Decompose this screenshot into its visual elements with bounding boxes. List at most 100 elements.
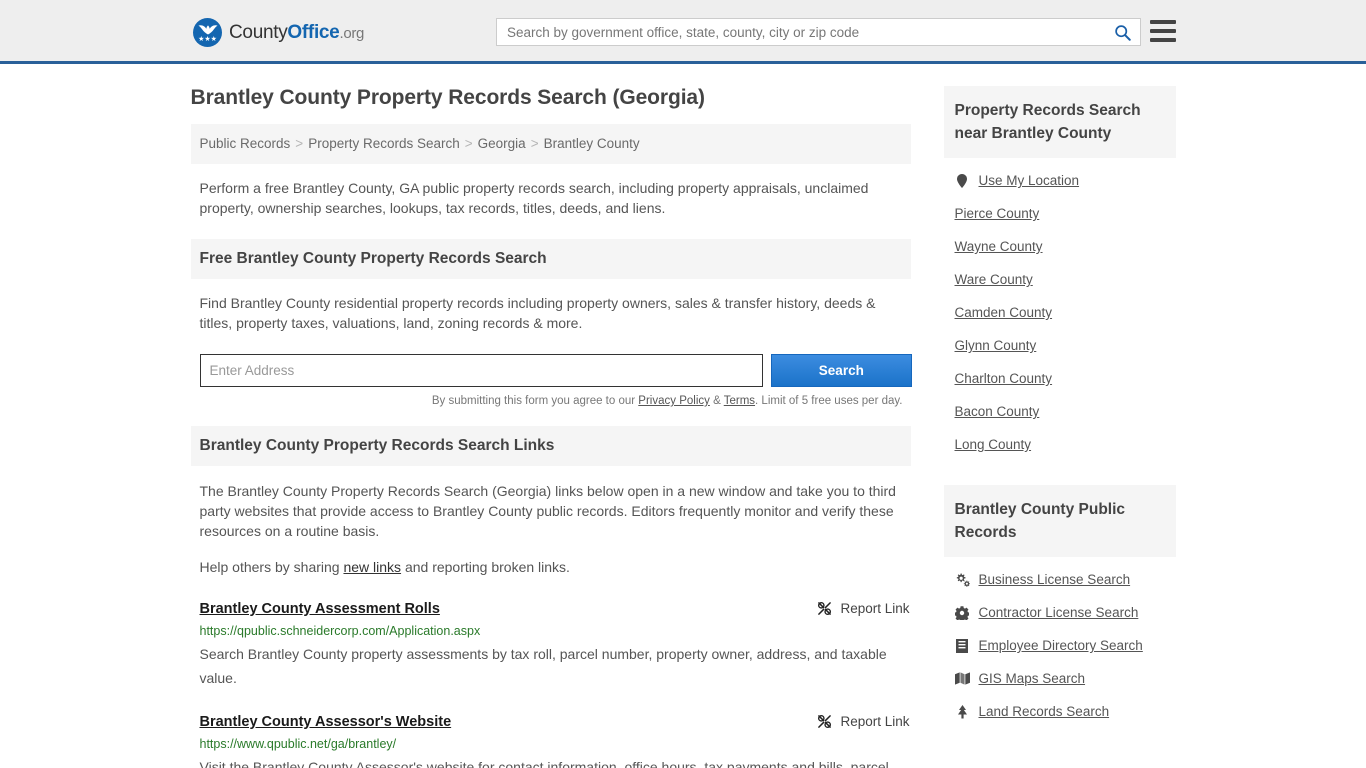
breadcrumb-item-brantley-county[interactable]: Brantley County: [544, 136, 640, 151]
sidebar-item-gis-maps-search[interactable]: GIS Maps Search: [944, 662, 1176, 695]
legal-suffix: . Limit of 5 free uses per day.: [755, 395, 902, 407]
sidebar-item-ware-county[interactable]: Ware County: [944, 263, 1176, 296]
legal-amp: &: [710, 395, 724, 407]
sidebar-link[interactable]: Long County: [955, 437, 1032, 452]
breadcrumb-separator: >: [465, 136, 473, 151]
address-input[interactable]: [200, 354, 764, 387]
gear-icon: [955, 606, 970, 620]
share-suffix: and reporting broken links.: [401, 559, 570, 575]
free-search-description: Find Brantley County residential propert…: [200, 293, 895, 333]
breadcrumb-separator: >: [531, 136, 539, 151]
sidebar-nearby-heading: Property Records Search near Brantley Co…: [944, 86, 1176, 158]
logo-text-office: Office: [287, 22, 339, 43]
main-content: Brantley County Property Records Search …: [191, 86, 911, 768]
address-search-button[interactable]: Search: [771, 354, 911, 387]
terms-link[interactable]: Terms: [724, 395, 755, 407]
sidebar-link[interactable]: Camden County: [955, 305, 1053, 320]
hamburger-menu-icon[interactable]: [1150, 20, 1176, 42]
sidebar-nearby-list: Use My Location Pierce County Wayne Coun…: [944, 164, 1176, 461]
result-item: Brantley County Assessment Rolls Report …: [200, 601, 912, 690]
map-pin-icon: [955, 174, 970, 188]
site-header: ★★★ CountyOffice.org: [0, 0, 1366, 64]
eagle-badge-icon: ★★★: [193, 18, 222, 47]
sidebar-item-charlton-county[interactable]: Charlton County: [944, 362, 1176, 395]
logo-wordmark: CountyOffice.org: [229, 22, 364, 44]
result-description: Search Brantley County property assessme…: [200, 642, 912, 690]
share-prefix: Help others by sharing: [200, 559, 344, 575]
links-intro-paragraph: The Brantley County Property Records Sea…: [200, 481, 903, 541]
header-search-box[interactable]: [496, 18, 1141, 46]
sidebar-link[interactable]: Wayne County: [955, 239, 1043, 254]
privacy-policy-link[interactable]: Privacy Policy: [638, 395, 710, 407]
hamburger-bar: [1150, 20, 1176, 24]
page-title: Brantley County Property Records Search …: [191, 86, 911, 110]
free-search-heading-band: Free Brantley County Property Records Se…: [191, 239, 911, 279]
logo-stars: ★★★: [198, 36, 217, 43]
breadcrumb-item-public-records[interactable]: Public Records: [200, 136, 291, 151]
logo-text-org: .org: [339, 25, 364, 42]
breadcrumb-item-property-records-search[interactable]: Property Records Search: [308, 136, 460, 151]
book-icon: [955, 639, 970, 653]
sidebar-item-land-records-search[interactable]: Land Records Search: [944, 695, 1176, 728]
report-link-button[interactable]: Report Link: [817, 601, 911, 616]
result-title-link[interactable]: Brantley County Assessor's Website: [200, 714, 452, 730]
tree-icon: [955, 705, 970, 719]
hamburger-bar: [1150, 29, 1176, 33]
page-body: Brantley County Property Records Search …: [0, 64, 1366, 768]
sidebar-item-contractor-license-search[interactable]: Contractor License Search: [944, 596, 1176, 629]
search-button[interactable]: [1104, 19, 1140, 45]
sidebar-link[interactable]: Business License Search: [979, 572, 1131, 587]
result-url[interactable]: https://qpublic.schneidercorp.com/Applic…: [200, 624, 912, 638]
search-input[interactable]: [497, 19, 1104, 45]
breadcrumb: Public Records > Property Records Search > G…: [191, 124, 911, 164]
sidebar-public-records-heading: Brantley County Public Records: [944, 485, 1176, 557]
sidebar-link[interactable]: GIS Maps Search: [979, 671, 1086, 686]
breadcrumb-separator: >: [295, 136, 303, 151]
sidebar-link[interactable]: Pierce County: [955, 206, 1040, 221]
sidebar-link[interactable]: Glynn County: [955, 338, 1037, 353]
sidebar-item-long-county[interactable]: Long County: [944, 428, 1176, 461]
logo-text-county: County: [229, 22, 287, 43]
free-search-heading: Free Brantley County Property Records Se…: [200, 250, 902, 268]
broken-link-icon: [817, 601, 832, 616]
sidebar-item-camden-county[interactable]: Camden County: [944, 296, 1176, 329]
links-heading-band: Brantley County Property Records Search …: [191, 426, 911, 466]
report-link-label: Report Link: [840, 601, 909, 616]
address-search-form: Search: [200, 354, 912, 387]
sidebar-link[interactable]: Charlton County: [955, 371, 1053, 386]
sidebar-link[interactable]: Contractor License Search: [979, 605, 1139, 620]
intro-paragraph: Perform a free Brantley County, GA publi…: [200, 178, 895, 218]
links-share-paragraph: Help others by sharing new links and rep…: [200, 557, 911, 577]
sidebar-link[interactable]: Employee Directory Search: [979, 638, 1143, 653]
report-link-label: Report Link: [840, 714, 909, 729]
broken-link-icon: [817, 714, 832, 729]
sidebar-link[interactable]: Use My Location: [979, 173, 1080, 188]
result-description: Visit the Brantley County Assessor's web…: [200, 755, 912, 768]
breadcrumb-item-georgia[interactable]: Georgia: [478, 136, 526, 151]
new-links-link[interactable]: new links: [343, 559, 401, 575]
search-icon: [1114, 24, 1131, 41]
cogs-icon: [955, 573, 970, 587]
hamburger-bar: [1150, 38, 1176, 42]
sidebar-item-pierce-county[interactable]: Pierce County: [944, 197, 1176, 230]
sidebar-item-use-my-location[interactable]: Use My Location: [944, 164, 1176, 197]
sidebar-item-glynn-county[interactable]: Glynn County: [944, 329, 1176, 362]
legal-prefix: By submitting this form you agree to our: [432, 395, 638, 407]
eagle-icon: [198, 24, 217, 35]
result-title-link[interactable]: Brantley County Assessment Rolls: [200, 601, 440, 617]
sidebar: Property Records Search near Brantley Co…: [944, 86, 1176, 768]
sidebar-link[interactable]: Land Records Search: [979, 704, 1110, 719]
site-logo[interactable]: ★★★ CountyOffice.org: [193, 18, 364, 47]
result-item: Brantley County Assessor's Website Repor…: [200, 714, 912, 768]
sidebar-link[interactable]: Bacon County: [955, 404, 1040, 419]
sidebar-item-wayne-county[interactable]: Wayne County: [944, 230, 1176, 263]
map-icon: [955, 672, 970, 685]
result-url[interactable]: https://www.qpublic.net/ga/brantley/: [200, 737, 912, 751]
sidebar-item-business-license-search[interactable]: Business License Search: [944, 563, 1176, 596]
report-link-button[interactable]: Report Link: [817, 714, 911, 729]
sidebar-public-records-list: Business License Search Contractor Licen…: [944, 563, 1176, 728]
sidebar-link[interactable]: Ware County: [955, 272, 1033, 287]
links-heading: Brantley County Property Records Search …: [200, 437, 902, 455]
sidebar-item-bacon-county[interactable]: Bacon County: [944, 395, 1176, 428]
sidebar-item-employee-directory-search[interactable]: Employee Directory Search: [944, 629, 1176, 662]
